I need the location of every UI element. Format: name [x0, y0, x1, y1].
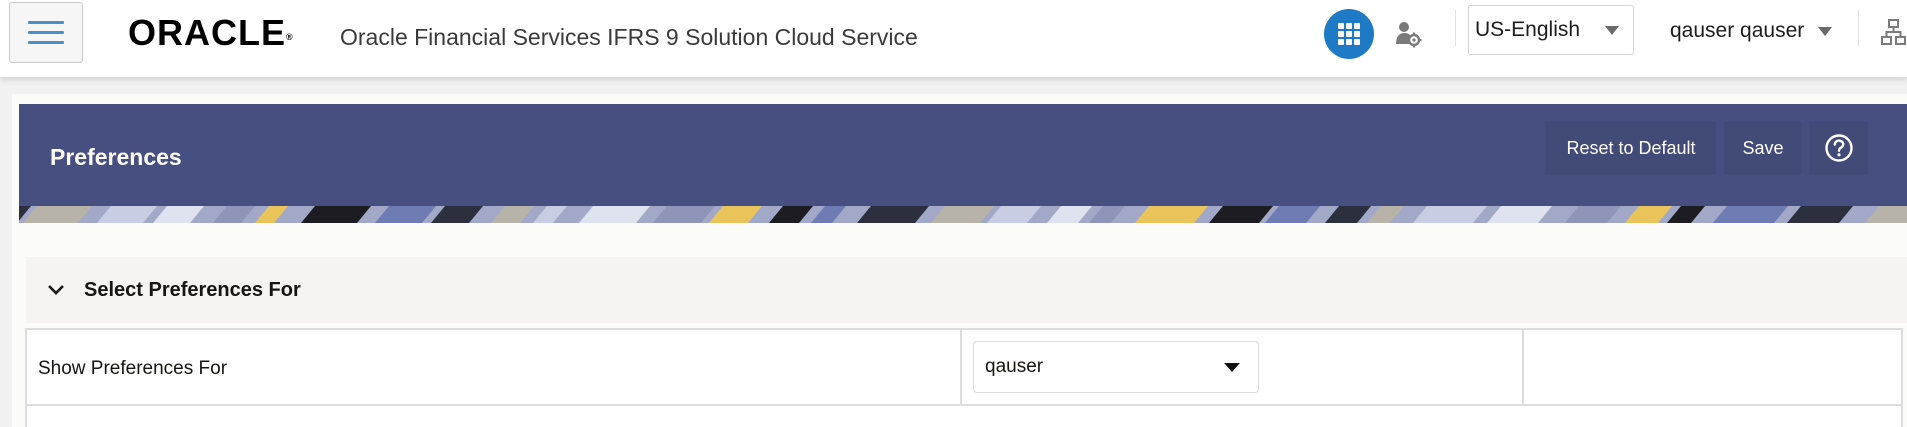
hamburger-icon-line	[28, 21, 64, 24]
reset-to-default-button[interactable]: Reset to Default	[1546, 121, 1716, 175]
table-cell: qauser	[962, 330, 1524, 404]
table-cell: Show Preferences For	[27, 330, 962, 404]
page-title: Preferences	[50, 144, 182, 170]
chevron-down-icon	[1605, 25, 1619, 35]
preferences-user-select[interactable]: qauser	[973, 341, 1259, 393]
table-cell	[1524, 330, 1903, 404]
banner-decoration	[19, 206, 1907, 223]
selected-user-value: qauser	[985, 356, 1044, 377]
app-title: Oracle Financial Services IFRS 9 Solutio…	[340, 24, 918, 50]
language-value: US-English	[1475, 18, 1581, 41]
user-gear-icon[interactable]	[1394, 20, 1422, 48]
hamburger-menu-button[interactable]	[9, 2, 83, 63]
header-divider	[1858, 10, 1859, 46]
top-header: ORACLE® Oracle Financial Services IFRS 9…	[0, 0, 1907, 78]
chevron-down-icon	[1818, 26, 1833, 36]
hamburger-icon-line	[28, 31, 64, 34]
help-button[interactable]	[1810, 121, 1868, 175]
show-preferences-for-label: Show Preferences For	[38, 358, 228, 379]
hamburger-icon-line	[28, 41, 64, 44]
page-banner: Preferences Reset to Default Save	[19, 104, 1907, 223]
registered-mark: ®	[286, 32, 294, 42]
preferences-page: Preferences Reset to Default Save Select…	[12, 94, 1907, 427]
preferences-table: Show Preferences For qauser	[25, 328, 1903, 406]
save-button[interactable]: Save	[1724, 121, 1802, 175]
help-icon	[1825, 134, 1853, 162]
select-preferences-section-toggle[interactable]: Select Preferences For	[26, 257, 1907, 323]
brand-text: ORACLE	[128, 12, 286, 53]
user-name: qauser qauser	[1670, 19, 1805, 42]
header-divider	[1455, 10, 1456, 46]
hierarchy-icon[interactable]	[1880, 18, 1907, 46]
chevron-down-icon	[48, 285, 64, 295]
apps-launcher-button[interactable]	[1324, 9, 1374, 59]
user-menu[interactable]: qauser qauser	[1670, 14, 1846, 48]
table-continuation	[25, 406, 1903, 427]
chevron-down-icon	[1224, 362, 1240, 372]
oracle-logo: ORACLE®	[128, 14, 294, 52]
language-select[interactable]: US-English	[1468, 5, 1634, 55]
grid-apps-icon	[1338, 23, 1360, 45]
section-title: Select Preferences For	[84, 278, 301, 301]
